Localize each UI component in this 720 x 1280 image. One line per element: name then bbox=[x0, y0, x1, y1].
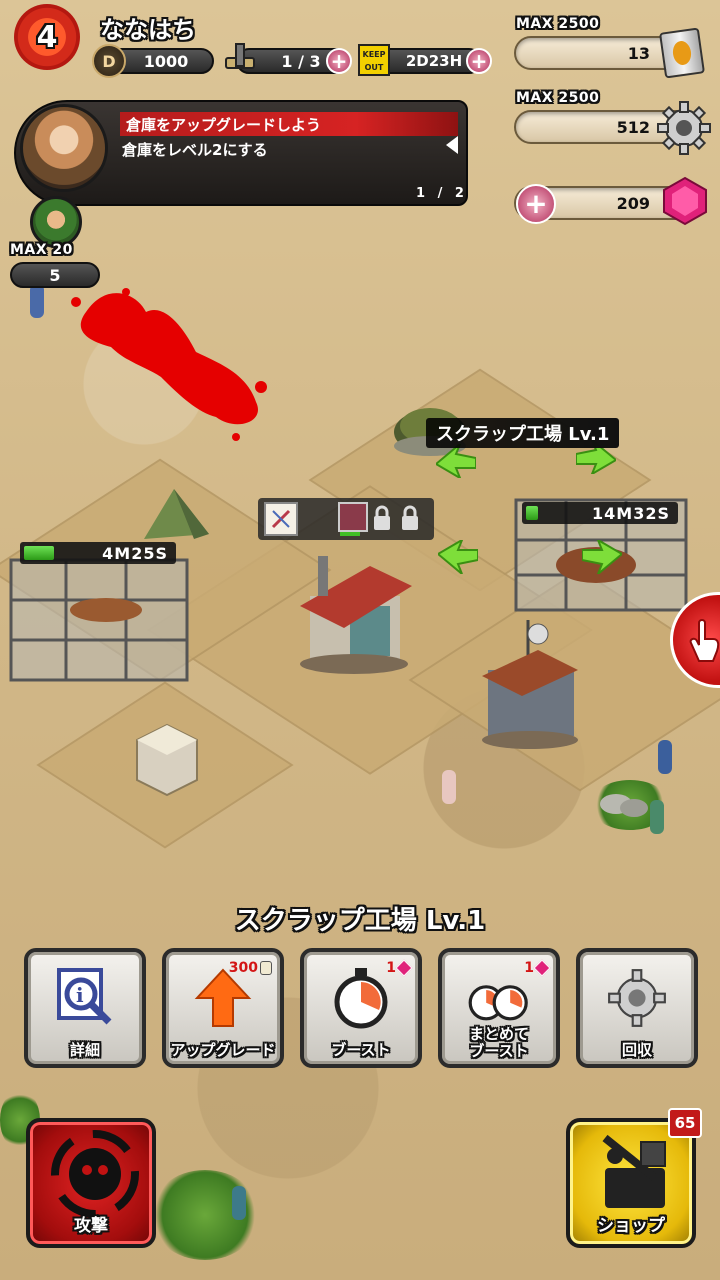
survivor-figure[interactable] bbox=[650, 800, 664, 834]
boost-all-button[interactable]: 1 まとめて ブースト bbox=[438, 948, 560, 1068]
workers-value: 1 / 3 bbox=[281, 51, 321, 71]
hand-pointer-icon bbox=[689, 619, 720, 662]
gems-plus-button[interactable]: + bbox=[516, 184, 556, 224]
slot-progress bbox=[340, 532, 360, 536]
gem-mini-icon bbox=[533, 959, 551, 977]
weapons-crate-icon bbox=[602, 1134, 666, 1208]
upgrade-arrow-icon bbox=[191, 966, 255, 1030]
info-magnifier-icon: i bbox=[53, 966, 117, 1030]
stopwatch-icon bbox=[329, 966, 393, 1030]
survivor-avatar[interactable] bbox=[30, 196, 82, 248]
shield-plus-button[interactable]: + bbox=[466, 48, 492, 74]
tent[interactable] bbox=[134, 484, 214, 544]
survivor-figure[interactable] bbox=[30, 284, 44, 318]
rock-pile bbox=[596, 784, 652, 820]
zombie-slot-icon[interactable] bbox=[338, 502, 368, 532]
details-button[interactable]: i 詳細 bbox=[24, 948, 146, 1068]
survivor-figure[interactable] bbox=[658, 740, 672, 774]
quest-description: 倉庫をレベル2にする bbox=[122, 141, 268, 159]
population-pill: 5 bbox=[10, 262, 100, 288]
production-slots[interactable] bbox=[258, 498, 434, 540]
quest-collapse-arrow-icon[interactable] bbox=[446, 136, 458, 154]
selected-building-name: スクラップ工場 Lv.1 bbox=[234, 906, 486, 936]
building-label: スクラップ工場 Lv.1 bbox=[426, 418, 620, 448]
boost-button[interactable]: 1 ブースト bbox=[300, 948, 422, 1068]
keep-out-sign-icon: KEEP OUT bbox=[358, 44, 390, 76]
workers-plus-button[interactable]: + bbox=[326, 48, 352, 74]
blood-splat-icon bbox=[71, 288, 267, 441]
population-value: 5 bbox=[49, 265, 61, 285]
scrap-value: 13 bbox=[627, 43, 650, 63]
survivor-figure[interactable] bbox=[442, 770, 456, 804]
gems-value: 209 bbox=[616, 193, 650, 213]
main-house[interactable] bbox=[290, 546, 414, 676]
gem-icon bbox=[663, 176, 707, 226]
scrap-can-icon bbox=[658, 27, 706, 79]
quest-title: 倉庫をアップグレードしよう bbox=[120, 112, 458, 136]
move-arrow-icon[interactable] bbox=[438, 540, 478, 574]
quest-page-indicator: 1 / 2 bbox=[416, 186, 468, 201]
gear-icon bbox=[657, 101, 711, 155]
svg-text:i: i bbox=[76, 983, 84, 1007]
parts-value: 512 bbox=[616, 117, 650, 137]
lock-icon bbox=[374, 505, 390, 530]
builder-hammer-icon bbox=[225, 43, 255, 69]
gear-icon bbox=[605, 966, 669, 1030]
radio-shack[interactable] bbox=[478, 620, 582, 750]
double-stopwatch-icon bbox=[467, 970, 531, 1034]
lock-icon bbox=[402, 505, 418, 530]
shield-time: 2D23H bbox=[405, 52, 463, 70]
upgrade-button[interactable]: 300 アップグレード bbox=[162, 948, 284, 1068]
population-max-label: MAX 20 bbox=[10, 242, 73, 258]
build-timer-left[interactable]: 4M25S bbox=[20, 542, 176, 564]
boost-label: ブースト bbox=[331, 1041, 391, 1059]
timer-text: 14M32S bbox=[592, 503, 670, 523]
quest-advisor-avatar bbox=[20, 104, 108, 192]
details-label: 詳細 bbox=[69, 1041, 100, 1059]
timer-text: 4M25S bbox=[102, 543, 168, 563]
attack-button[interactable]: 攻撃 bbox=[26, 1118, 156, 1248]
attack-label: 攻撃 bbox=[74, 1216, 108, 1236]
survivor-figure[interactable] bbox=[232, 1186, 246, 1220]
timer-progress bbox=[24, 546, 54, 560]
shop-notification-badge: 65 bbox=[668, 1108, 702, 1138]
storage-crate[interactable] bbox=[132, 720, 202, 800]
player-level-badge[interactable]: 4 bbox=[14, 4, 80, 70]
parts-max-label: MAX 2500 bbox=[516, 90, 600, 106]
move-arrow-icon[interactable] bbox=[582, 540, 622, 574]
biohazard-skull-icon bbox=[51, 1130, 139, 1218]
timer-progress bbox=[526, 506, 538, 520]
scrap-mini-icon bbox=[260, 961, 272, 975]
player-name: ななはち bbox=[100, 16, 196, 44]
currency-value: 1000 bbox=[143, 51, 189, 71]
shop-label: ショップ bbox=[597, 1216, 665, 1236]
move-arrow-icon[interactable] bbox=[436, 444, 476, 478]
upgrade-label: アップグレード bbox=[170, 1041, 276, 1059]
build-timer-right[interactable]: 14M32S bbox=[522, 502, 678, 524]
dna-slot-icon[interactable] bbox=[264, 502, 298, 536]
gem-mini-icon bbox=[395, 959, 413, 977]
scrap-max-label: MAX 2500 bbox=[516, 16, 600, 32]
collect-button[interactable]: 回収 bbox=[576, 948, 698, 1068]
currency-d-icon: D bbox=[92, 44, 126, 78]
collect-label: 回収 bbox=[621, 1041, 652, 1059]
